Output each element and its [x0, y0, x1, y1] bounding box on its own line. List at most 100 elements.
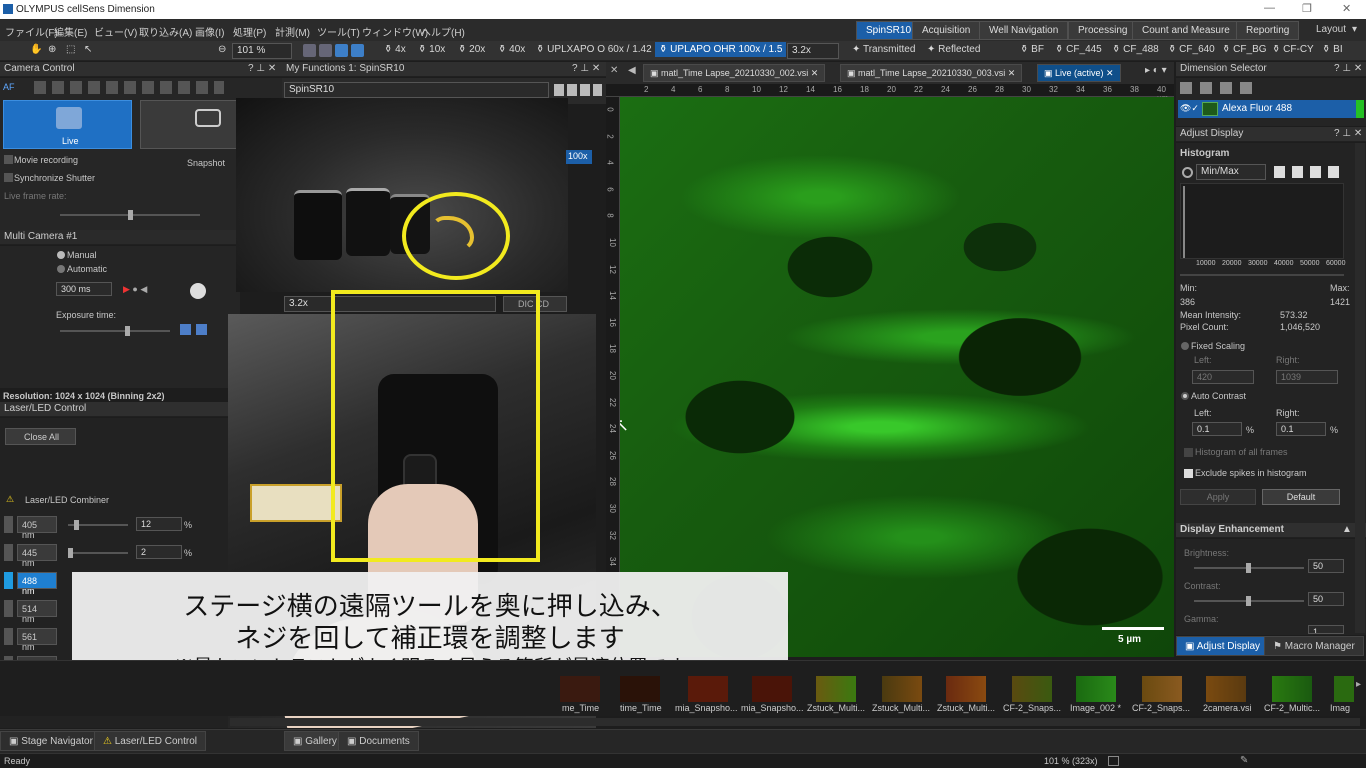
- channel-cf445[interactable]: ⚱ CF_445: [1055, 44, 1102, 55]
- exposure-input[interactable]: 300 ms: [56, 282, 112, 296]
- objective-40x[interactable]: ⚱ 40x: [498, 44, 525, 55]
- layout-icon[interactable]: [335, 44, 348, 57]
- gallery-thumb-3[interactable]: [688, 676, 728, 702]
- gallery-thumb-13[interactable]: [1334, 676, 1354, 702]
- tab-documents[interactable]: ▣ Documents: [338, 731, 419, 751]
- auto-right-input[interactable]: 0.1: [1276, 422, 1326, 436]
- panel-pin-icon[interactable]: ? ⊥ ✕: [1334, 63, 1362, 74]
- minimize-button[interactable]: —: [1264, 2, 1275, 14]
- channel-row-alexa488[interactable]: 👁✓ Alexa Fluor 488: [1178, 100, 1364, 118]
- layout-tab-well-navigation[interactable]: Well Navigation: [979, 21, 1069, 40]
- doc-tab-live[interactable]: ▣ Live (active) ✕: [1037, 64, 1121, 82]
- objective-4x[interactable]: ⚱ 4x: [384, 44, 406, 55]
- doc-tab-002[interactable]: ▣ matl_Time Lapse_20210330_002.vsi ✕: [643, 64, 826, 82]
- reflected-button[interactable]: ✦ Reflected: [927, 44, 980, 55]
- layout-tab-reporting[interactable]: Reporting: [1236, 21, 1300, 40]
- sync-shutter-checkbox[interactable]: [4, 173, 13, 182]
- panel-pin-icon[interactable]: ? ⊥ ✕: [572, 63, 600, 74]
- doc-menu-icon[interactable]: ▸ ◐ ▾: [1145, 65, 1167, 76]
- channel-bf[interactable]: ⚱ BF: [1020, 44, 1044, 55]
- channel-cf488[interactable]: ⚱ CF_488: [1112, 44, 1159, 55]
- exposure-slider[interactable]: [60, 326, 170, 336]
- contrast-input[interactable]: 50: [1308, 592, 1344, 606]
- laser-445-value[interactable]: 2: [136, 545, 182, 559]
- brightness-input[interactable]: 50: [1308, 559, 1344, 573]
- af-menu[interactable]: AF: [3, 82, 15, 92]
- menu-image[interactable]: 画像(I): [195, 24, 224, 39]
- menu-help[interactable]: ヘルプ(H): [421, 24, 465, 39]
- histogram-plot[interactable]: [1180, 183, 1344, 259]
- menu-acquire[interactable]: 取り込み(A): [139, 24, 192, 39]
- auto-left-input[interactable]: 0.1: [1192, 422, 1242, 436]
- display-enhancement-header[interactable]: Display Enhancement ▲: [1176, 523, 1366, 538]
- apply-button[interactable]: Apply: [1180, 489, 1256, 505]
- tab-stage-navigator[interactable]: ▣ Stage Navigator: [0, 731, 102, 751]
- channel-bi[interactable]: ⚱ BI: [1322, 44, 1343, 55]
- collapse-icon[interactable]: ▲: [1342, 524, 1352, 535]
- channel-cfcy[interactable]: ⚱ CF-CY: [1272, 44, 1314, 55]
- auto-contrast-radio[interactable]: [1181, 392, 1189, 400]
- panel-pin-icon[interactable]: ? ⊥ ✕: [1334, 128, 1362, 139]
- fixed-right-input[interactable]: 1039: [1276, 370, 1338, 384]
- gallery-thumb-8[interactable]: [1012, 676, 1052, 702]
- timer-icon[interactable]: [190, 283, 206, 299]
- select-tool-icon[interactable]: ⬚: [66, 44, 75, 55]
- layout-tab-acquisition[interactable]: Acquisition: [912, 21, 981, 40]
- tab-macro-manager[interactable]: ⚑ Macro Manager: [1264, 636, 1364, 656]
- default-button[interactable]: Default: [1262, 489, 1340, 505]
- function-icons[interactable]: [554, 84, 602, 96]
- zoom-tool-icon[interactable]: ⊕: [48, 44, 56, 55]
- hand-tool-icon[interactable]: ✋: [30, 44, 42, 55]
- right-panel-scrollbar[interactable]: [1355, 143, 1365, 633]
- laser-561-button[interactable]: 561 nm: [17, 628, 57, 652]
- exposure-minus-icon[interactable]: [180, 324, 191, 335]
- maximize-button[interactable]: ❐: [1302, 2, 1312, 15]
- tab-close-icon[interactable]: ✕: [1008, 68, 1016, 78]
- laser-405-slider[interactable]: [68, 520, 128, 530]
- exposure-controls-icon[interactable]: ▶ ● ◀: [123, 284, 147, 295]
- gallery-thumb-6[interactable]: [882, 676, 922, 702]
- objective-20x[interactable]: ⚱ 20x: [458, 44, 485, 55]
- visibility-eye-icon[interactable]: 👁✓: [1180, 103, 1199, 114]
- menu-process[interactable]: 処理(P): [233, 24, 266, 39]
- gallery-scroll-left-icon[interactable]: ▸: [1356, 679, 1361, 690]
- objective-100x-active[interactable]: ⚱ UPLAPO OHR 100x / 1.5: [655, 42, 787, 57]
- close-all-button[interactable]: Close All: [5, 428, 76, 445]
- movie-recording-checkbox[interactable]: [4, 155, 13, 164]
- menu-edit[interactable]: 編集(E): [54, 24, 87, 39]
- fixed-left-input[interactable]: 420: [1192, 370, 1254, 384]
- laser-445-slider[interactable]: [68, 548, 128, 558]
- magnification-select[interactable]: 3.2x: [787, 43, 839, 59]
- gallery-thumb-1[interactable]: [560, 676, 600, 702]
- histogram-mode-select[interactable]: Min/Max: [1196, 164, 1266, 180]
- laser-445-button[interactable]: 445 nm: [17, 544, 57, 568]
- menu-view[interactable]: ビュー(V): [94, 24, 137, 39]
- doc-prev-icon[interactable]: ◀: [628, 65, 636, 76]
- doc-close-icon[interactable]: ✕: [610, 65, 618, 76]
- fixed-scaling-radio[interactable]: [1181, 342, 1189, 350]
- menu-measure[interactable]: 計測(M): [275, 24, 310, 39]
- frame-rate-slider[interactable]: [60, 210, 200, 220]
- gallery-thumb-5[interactable]: [816, 676, 856, 702]
- gallery-thumb-11[interactable]: [1206, 676, 1246, 702]
- status-fit-icon[interactable]: [1108, 756, 1119, 766]
- manual-radio[interactable]: [57, 251, 65, 259]
- menu-window[interactable]: ウィンドウ(W): [362, 24, 428, 39]
- split-icon[interactable]: [351, 44, 364, 57]
- dimension-toolbar-icons[interactable]: [1180, 82, 1260, 94]
- menu-tools[interactable]: ツール(T): [317, 24, 360, 39]
- gallery-thumb-12[interactable]: [1272, 676, 1312, 702]
- tab-adjust-display[interactable]: ▣ Adjust Display: [1176, 636, 1270, 656]
- gallery-scrollbar[interactable]: [230, 718, 1360, 726]
- objective-60x[interactable]: ⚱ UPLXAPO O 60x / 1.42: [536, 44, 652, 55]
- laser-488-button[interactable]: 488 nm: [17, 572, 57, 596]
- laser-405-button[interactable]: 405 nm: [17, 516, 57, 540]
- channel-cf640[interactable]: ⚱ CF_640: [1168, 44, 1215, 55]
- fit-icon[interactable]: [303, 44, 316, 57]
- snapshot-button[interactable]: Snapshot: [140, 100, 240, 168]
- close-button[interactable]: ✕: [1342, 2, 1351, 15]
- exclude-spikes-checkbox[interactable]: [1184, 469, 1193, 478]
- pointer-icon[interactable]: ↖: [84, 44, 92, 55]
- histogram-scrollbar[interactable]: [1180, 274, 1344, 276]
- automatic-radio[interactable]: [57, 265, 65, 273]
